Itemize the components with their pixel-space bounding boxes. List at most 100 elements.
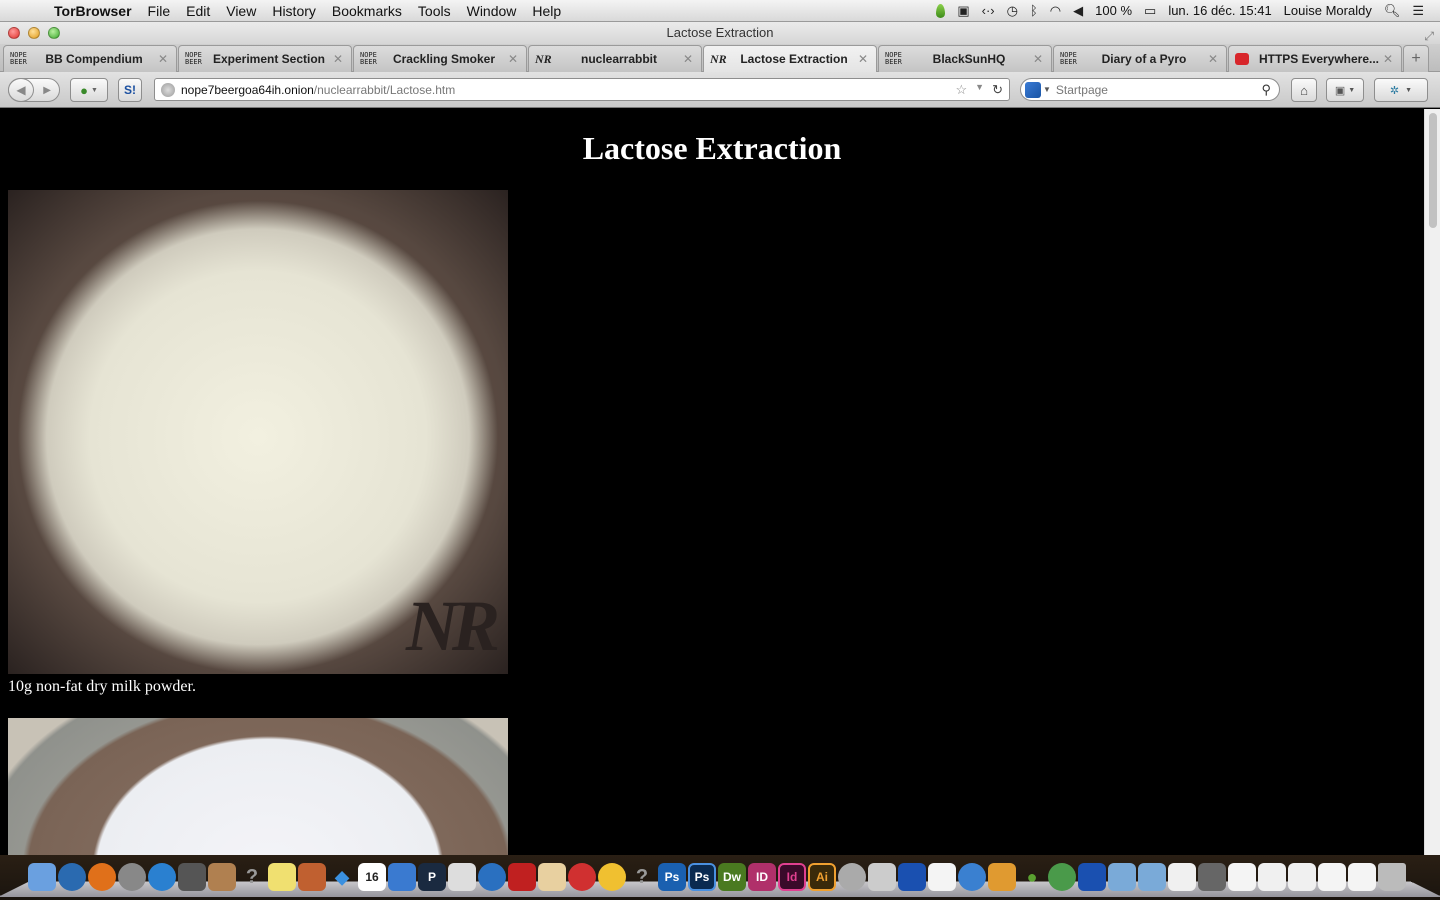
reload-icon[interactable]: ↻ [992,82,1003,98]
new-tab-button[interactable]: + [1403,45,1429,72]
startpage-engine-icon[interactable] [1025,81,1041,98]
wifi-icon[interactable]: ◠ [1050,3,1061,19]
indesign-icon[interactable]: ID [748,863,776,891]
menu-tools[interactable]: Tools [410,3,459,19]
photoshop-icon[interactable]: Ps [658,863,686,891]
code-status-icon[interactable]: ‹·› [982,3,995,18]
folder-icon[interactable] [1108,863,1136,891]
stickies-icon[interactable] [268,863,296,891]
trash-icon[interactable] [1378,863,1406,891]
calendar-icon[interactable]: 16 [358,863,386,891]
close-tab-icon[interactable]: ✕ [156,52,170,66]
memory-status-icon[interactable]: ▣ [957,3,969,19]
volume-icon[interactable]: ◀ [1073,3,1083,19]
window-thumbnail-icon[interactable] [1258,863,1286,891]
battery-icon[interactable]: ▭ [1144,3,1156,19]
safari-icon[interactable] [958,863,986,891]
close-tab-icon[interactable]: ✕ [331,52,345,66]
menu-window[interactable]: Window [459,3,525,19]
photo-booth-2-icon[interactable] [508,863,536,891]
notification-center-icon[interactable]: ☰ [1412,3,1424,19]
tor-icon[interactable]: ● [1018,863,1046,891]
tab-crackling-smoker[interactable]: NOPE BEER Crackling Smoker ✕ [353,45,527,72]
zoom-window-button[interactable] [48,27,60,39]
unknown-app-icon[interactable]: ? [238,863,266,891]
keynote-icon[interactable] [298,863,326,891]
firefox-icon[interactable] [88,863,116,891]
illustrator-icon[interactable]: Ai [808,863,836,891]
pixelmator-icon[interactable]: P [418,863,446,891]
close-window-button[interactable] [8,27,20,39]
tab-bb-compendium[interactable]: NOPE BEER BB Compendium ✕ [3,45,177,72]
numbers-icon[interactable] [388,863,416,891]
finder-icon[interactable] [28,863,56,891]
tab-lactose-extraction[interactable]: NR Lactose Extraction ✕ [703,45,877,72]
torbutton-button[interactable]: ● ▼ [70,78,108,102]
bluetooth-icon[interactable]: ᛒ [1030,3,1038,18]
tab-nuclearrabbit[interactable]: NR nuclearrabbit ✕ [528,45,702,72]
automator-icon[interactable] [838,863,866,891]
window-thumbnail-icon[interactable] [1348,863,1376,891]
tab-diary-of-a-pyro[interactable]: NOPE BEER Diary of a Pyro ✕ [1053,45,1227,72]
dropbox-icon[interactable]: ◆ [328,863,356,891]
window-thumbnail-icon[interactable] [1288,863,1316,891]
growl-icon[interactable] [898,863,926,891]
back-button[interactable]: ◀ [8,78,34,102]
scrollbar-thumb[interactable] [1429,113,1437,228]
close-tab-icon[interactable]: ✕ [506,52,520,66]
menu-edit[interactable]: Edit [178,3,218,19]
close-tab-icon[interactable]: ✕ [1031,52,1045,66]
launchpad-icon[interactable] [118,863,146,891]
thunderbird-icon[interactable] [58,863,86,891]
cyberduck-icon[interactable] [598,863,626,891]
close-tab-icon[interactable]: ✕ [856,52,870,66]
window-thumbnail-icon[interactable] [1228,863,1256,891]
spotlight-icon[interactable]: 🔍︎ [1384,3,1401,19]
minimize-window-button[interactable] [28,27,40,39]
leaf-status-icon[interactable] [936,3,946,18]
clock[interactable]: lun. 16 déc. 15:41 [1168,3,1271,18]
bookmarks-menu-button[interactable]: ▣ ▼ [1326,78,1364,102]
search-input[interactable]: Startpage [1056,83,1108,97]
history-dropdown-icon[interactable]: ▼ [975,82,984,98]
close-tab-icon[interactable]: ✕ [1381,52,1395,66]
time-machine-icon[interactable]: ◷ [1007,3,1018,19]
page-scrollbar[interactable] [1424,109,1440,855]
tab-https-everywhere[interactable]: HTTPS Everywhere... ✕ [1228,45,1402,72]
contacts-icon[interactable] [208,863,236,891]
textedit-icon[interactable] [928,863,956,891]
vidalia-icon[interactable] [1048,863,1076,891]
close-tab-icon[interactable]: ✕ [1206,52,1220,66]
growl-2-icon[interactable] [1078,863,1106,891]
itunes-icon[interactable] [478,863,506,891]
tab-blacksunhq[interactable]: NOPE BEER BlackSunHQ ✕ [878,45,1052,72]
battery-percent[interactable]: 100 % [1095,3,1132,18]
close-tab-icon[interactable]: ✕ [681,52,695,66]
photo-booth-icon[interactable] [178,863,206,891]
preview-icon[interactable] [868,863,896,891]
menu-history[interactable]: History [264,3,324,19]
app-menu[interactable]: TorBrowser [44,3,140,19]
indesign-cs-icon[interactable]: Id [778,863,806,891]
search-icon[interactable]: ⚲ [1261,82,1271,98]
tomato-icon[interactable] [568,863,596,891]
menu-file[interactable]: File [140,3,179,19]
home-button[interactable]: ⌂ [1291,78,1317,102]
forward-button[interactable]: ▶ [43,85,51,96]
chevron-down-icon[interactable]: ▼ [1043,85,1051,94]
window-thumbnail-icon[interactable] [1198,863,1226,891]
printer-icon[interactable] [448,863,476,891]
user-name[interactable]: Louise Moraldy [1284,3,1372,18]
menu-help[interactable]: Help [524,3,569,19]
menu-view[interactable]: View [218,3,264,19]
noscript-button[interactable]: S! [118,78,142,102]
window-thumbnail-icon[interactable] [1318,863,1346,891]
tab-experiment-section[interactable]: NOPE BEER Experiment Section ✕ [178,45,352,72]
app-store-icon[interactable] [148,863,176,891]
archive-utility-icon[interactable] [988,863,1016,891]
window-thumbnail-icon[interactable] [1168,863,1196,891]
photoshop-cs-icon[interactable]: Ps [688,863,716,891]
unknown-app-2-icon[interactable]: ? [628,863,656,891]
url-bar[interactable]: nope7beergoa64ih.onion /nuclearrabbit/La… [154,78,1010,101]
pages-icon[interactable] [538,863,566,891]
